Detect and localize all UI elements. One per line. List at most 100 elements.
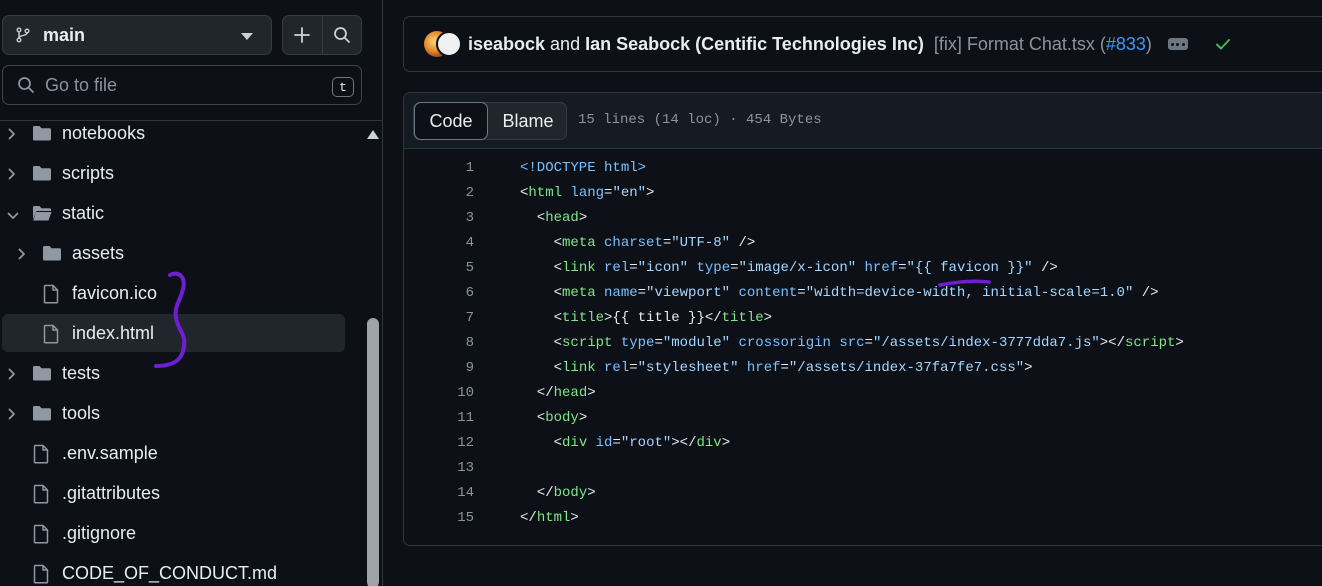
commit-author-link[interactable]: iseabock bbox=[468, 34, 545, 55]
go-to-file-input[interactable] bbox=[45, 74, 305, 96]
file-info: 15 lines (14 loc) · 454 Bytes bbox=[578, 112, 822, 128]
code-token: "width=device-width, initial-scale=1.0" bbox=[805, 285, 1134, 301]
commit-message[interactable]: [fix] Format Chat.tsx (#833) bbox=[934, 34, 1152, 55]
author-avatars[interactable] bbox=[424, 31, 464, 57]
code-token: /> bbox=[730, 235, 756, 251]
code-token: "icon" bbox=[637, 260, 689, 276]
code-token: "/assets/index-3777dda7.js" bbox=[872, 335, 1100, 351]
ellipsis-icon[interactable] bbox=[1167, 38, 1188, 50]
code-token: > bbox=[578, 410, 588, 426]
line-number[interactable]: 1 bbox=[404, 160, 474, 176]
branch-selector-button[interactable]: main bbox=[2, 15, 272, 55]
code-token: < bbox=[520, 235, 563, 251]
code-token: title bbox=[721, 310, 764, 326]
chevron-right-icon[interactable] bbox=[7, 367, 17, 380]
search-button[interactable] bbox=[323, 16, 362, 54]
file-icon bbox=[32, 524, 50, 549]
tree-file-row[interactable]: .env.sample bbox=[0, 434, 343, 472]
code-token: > bbox=[1024, 360, 1033, 376]
chevron-right-icon[interactable] bbox=[7, 127, 17, 140]
tree-folder-row[interactable]: assets bbox=[0, 234, 343, 272]
chevron-right-icon[interactable] bbox=[17, 247, 27, 260]
code-token: > bbox=[763, 310, 773, 326]
code-token: body bbox=[545, 410, 579, 426]
tree-file-row[interactable]: favicon.ico bbox=[0, 274, 343, 312]
chevron-right-icon[interactable] bbox=[7, 167, 17, 180]
code-token: > bbox=[587, 485, 596, 501]
code-token: script bbox=[1125, 335, 1176, 351]
line-number[interactable]: 10 bbox=[404, 385, 474, 401]
scrollbar-thumb[interactable] bbox=[367, 318, 379, 586]
go-to-file-field[interactable]: t bbox=[2, 65, 362, 105]
tree-folder-row[interactable]: notebooks bbox=[0, 114, 343, 152]
tree-item-label: assets bbox=[72, 243, 125, 263]
code-line: <div id="root"></div> bbox=[520, 435, 731, 451]
file-icon bbox=[42, 324, 60, 349]
file-icon bbox=[32, 564, 50, 586]
tree-folder-row[interactable]: static bbox=[0, 194, 343, 232]
line-number[interactable]: 5 bbox=[404, 260, 474, 276]
line-number[interactable]: 4 bbox=[404, 235, 474, 251]
tree-file-row[interactable]: .gitattributes bbox=[0, 474, 343, 512]
line-number[interactable]: 9 bbox=[404, 360, 474, 376]
code-token: "image/x-icon" bbox=[738, 260, 857, 276]
code-token: type bbox=[620, 335, 655, 351]
line-number[interactable]: 2 bbox=[404, 185, 474, 201]
line-number[interactable]: 12 bbox=[404, 435, 474, 451]
code-token: = bbox=[864, 335, 873, 351]
line-number[interactable]: 8 bbox=[404, 335, 474, 351]
line-number[interactable]: 7 bbox=[404, 310, 474, 326]
tree-file-row[interactable]: index.html bbox=[2, 314, 345, 352]
code-token: title bbox=[562, 310, 605, 326]
tab-code[interactable]: Code bbox=[414, 102, 488, 140]
code-token: < bbox=[520, 435, 563, 451]
line-number[interactable]: 14 bbox=[404, 485, 474, 501]
code-token: ></ bbox=[671, 435, 697, 451]
code-token: > bbox=[578, 210, 588, 226]
line-number[interactable]: 15 bbox=[404, 510, 474, 526]
code-line: <title>{{ title }}</title> bbox=[520, 310, 772, 326]
line-number[interactable]: 13 bbox=[404, 460, 474, 476]
file-tree: notebooks scripts static assets favicon.ico i… bbox=[0, 114, 364, 586]
commit-message-text[interactable]: [fix] Format Chat.tsx ( bbox=[934, 34, 1106, 54]
check-icon[interactable] bbox=[1214, 35, 1232, 53]
chevron-right-icon[interactable] bbox=[7, 407, 17, 420]
code-token: html bbox=[536, 510, 571, 526]
code-line: <script type="module" crossorigin src="/… bbox=[520, 335, 1184, 351]
tree-folder-row[interactable]: scripts bbox=[0, 154, 343, 192]
folder-icon bbox=[42, 244, 62, 267]
code-token: </ bbox=[520, 385, 554, 401]
scroll-up-arrow-icon[interactable] bbox=[367, 130, 379, 139]
add-file-button[interactable] bbox=[283, 16, 322, 54]
code-token: div bbox=[696, 435, 722, 451]
commit-coauthor-link[interactable]: Ian Seabock (Centific Technologies Inc) bbox=[585, 34, 924, 55]
line-number[interactable]: 3 bbox=[404, 210, 474, 226]
avatar bbox=[436, 31, 462, 57]
code-token: = bbox=[662, 235, 672, 251]
code-token: < bbox=[520, 210, 546, 226]
plus-icon bbox=[294, 27, 311, 43]
shortcut-key-hint: t bbox=[332, 77, 354, 97]
line-number[interactable]: 6 bbox=[404, 285, 474, 301]
code-token: "root" bbox=[620, 435, 672, 451]
tree-item-label: index.html bbox=[72, 323, 155, 343]
tree-file-row[interactable]: CODE_OF_CONDUCT.md bbox=[0, 554, 343, 586]
code-token: = bbox=[612, 435, 621, 451]
code-token: "{{ favicon }}" bbox=[906, 260, 1033, 276]
line-number[interactable]: 11 bbox=[404, 410, 474, 426]
pull-request-link[interactable]: #833 bbox=[1106, 34, 1146, 54]
code-token: "module" bbox=[662, 335, 731, 351]
tab-blame[interactable]: Blame bbox=[490, 103, 566, 139]
chevron-down-icon[interactable] bbox=[7, 208, 19, 219]
tree-folder-row[interactable]: tools bbox=[0, 394, 343, 432]
tree-item-label: .gitignore bbox=[62, 523, 137, 543]
tree-file-row[interactable]: .gitignore bbox=[0, 514, 343, 552]
code-token: src bbox=[839, 335, 865, 351]
code-token: = bbox=[654, 335, 663, 351]
folder-icon bbox=[32, 404, 52, 427]
tree-folder-row[interactable]: tests bbox=[0, 354, 343, 392]
